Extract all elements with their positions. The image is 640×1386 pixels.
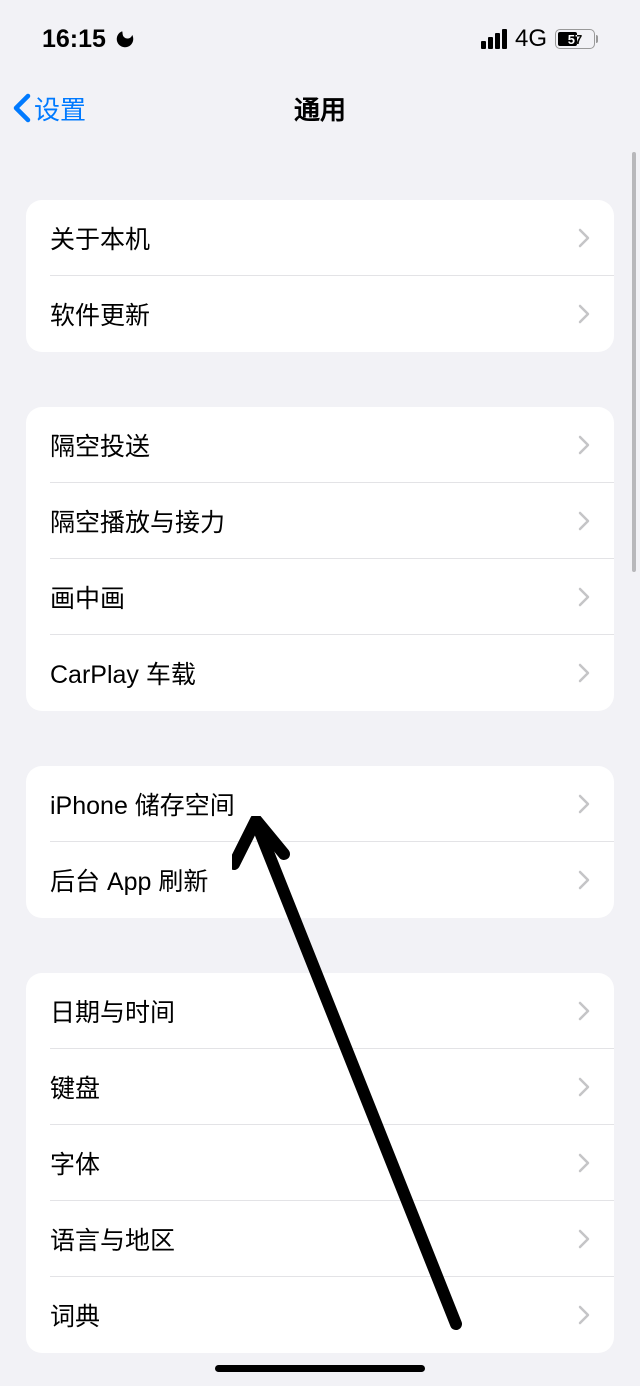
chevron-right-icon [578, 1001, 590, 1021]
row-iphone-storage[interactable]: iPhone 储存空间 [26, 766, 614, 842]
back-label: 设置 [34, 90, 86, 127]
chevron-right-icon [578, 587, 590, 607]
row-label: 画中画 [50, 579, 125, 615]
row-software-update[interactable]: 软件更新 [26, 276, 614, 352]
status-bar: 16:15 4G 57 [0, 0, 640, 60]
row-keyboard[interactable]: 键盘 [26, 1049, 614, 1125]
status-right: 4G 57 [481, 25, 598, 53]
row-label: 软件更新 [50, 296, 150, 332]
row-date-time[interactable]: 日期与时间 [26, 973, 614, 1049]
row-label: 隔空播放与接力 [50, 503, 225, 539]
home-indicator[interactable] [215, 1365, 425, 1372]
chevron-left-icon [12, 93, 32, 123]
row-dictionary[interactable]: 词典 [26, 1277, 614, 1353]
row-fonts[interactable]: 字体 [26, 1125, 614, 1201]
network-label: 4G [515, 25, 547, 53]
scrollbar[interactable] [632, 152, 636, 572]
chevron-right-icon [578, 435, 590, 455]
chevron-right-icon [578, 228, 590, 248]
row-background-app-refresh[interactable]: 后台 App 刷新 [26, 842, 614, 918]
row-about[interactable]: 关于本机 [26, 200, 614, 276]
chevron-right-icon [578, 1305, 590, 1325]
row-label: 字体 [50, 1145, 100, 1181]
row-language-region[interactable]: 语言与地区 [26, 1201, 614, 1277]
settings-section: iPhone 储存空间后台 App 刷新 [26, 766, 614, 918]
battery-icon: 57 [555, 29, 598, 49]
settings-section: 日期与时间键盘字体语言与地区词典 [26, 973, 614, 1353]
chevron-right-icon [578, 1153, 590, 1173]
row-pip[interactable]: 画中画 [26, 559, 614, 635]
signal-icon [481, 29, 507, 49]
status-time: 16:15 [42, 25, 106, 54]
settings-section: 关于本机软件更新 [26, 200, 614, 352]
row-airplay-handoff[interactable]: 隔空播放与接力 [26, 483, 614, 559]
chevron-right-icon [578, 304, 590, 324]
row-label: 键盘 [50, 1069, 100, 1105]
row-carplay[interactable]: CarPlay 车载 [26, 635, 614, 711]
chevron-right-icon [578, 794, 590, 814]
back-button[interactable]: 设置 [12, 90, 86, 127]
chevron-right-icon [578, 663, 590, 683]
page-title: 通用 [0, 90, 640, 127]
status-left: 16:15 [42, 25, 136, 54]
chevron-right-icon [578, 1077, 590, 1097]
settings-content: 关于本机软件更新隔空投送隔空播放与接力画中画 CarPlay 车载 iPhone 储… [0, 200, 640, 1353]
do-not-disturb-icon [114, 28, 136, 50]
row-label: 隔空投送 [50, 427, 150, 463]
settings-section: 隔空投送隔空播放与接力画中画 CarPlay 车载 [26, 407, 614, 711]
chevron-right-icon [578, 511, 590, 531]
row-label: 语言与地区 [50, 1221, 175, 1257]
row-label: 日期与时间 [50, 993, 175, 1029]
row-label: CarPlay 车载 [50, 655, 196, 691]
row-label: iPhone 储存空间 [50, 786, 235, 822]
row-label: 后台 App 刷新 [50, 862, 208, 898]
row-label: 关于本机 [50, 220, 150, 256]
row-airdrop[interactable]: 隔空投送 [26, 407, 614, 483]
chevron-right-icon [578, 870, 590, 890]
nav-header: 设置 通用 [0, 74, 640, 142]
chevron-right-icon [578, 1229, 590, 1249]
row-label: 词典 [50, 1297, 100, 1333]
